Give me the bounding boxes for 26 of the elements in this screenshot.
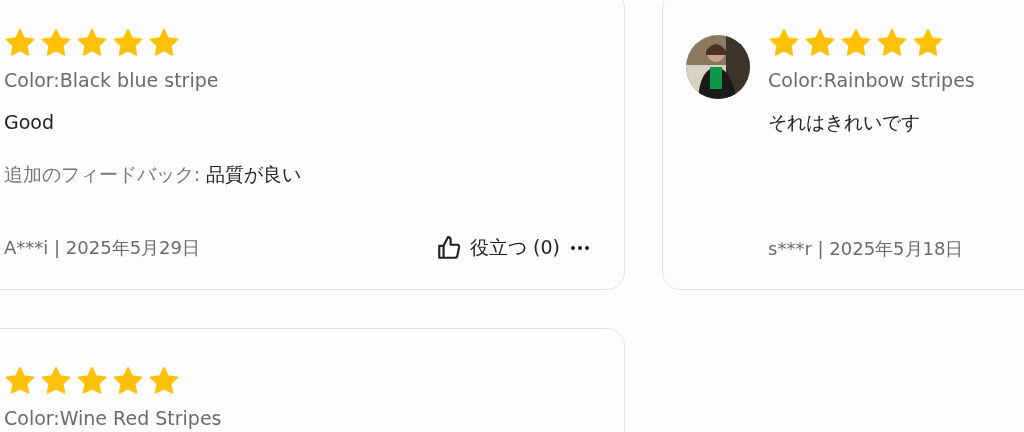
color-option: Color:Black blue stripe (4, 67, 600, 93)
star-icon (840, 28, 872, 58)
helpful-button[interactable]: 役立つ (0) (436, 235, 560, 261)
review-text: Good (4, 110, 56, 135)
author-date: s***r | 2025年5月18日 (768, 237, 964, 261)
star-icon (40, 366, 72, 396)
star-icon (112, 28, 144, 58)
color-option: Color:Wine Red Stripes (4, 405, 600, 431)
author-date: A***i | 2025年5月29日 (4, 236, 200, 260)
star-icon (876, 28, 908, 58)
star-icon (148, 366, 180, 396)
star-icon (804, 28, 836, 58)
star-icon (912, 28, 944, 58)
star-icon (4, 366, 36, 396)
star-icon (112, 366, 144, 396)
star-icon (148, 28, 180, 58)
thumbs-up-icon (436, 235, 463, 261)
star-icon (76, 28, 108, 58)
color-option: Color:Rainbow stripes (768, 67, 1019, 93)
star-icon (76, 366, 108, 396)
review-text: それはきれいです (768, 110, 921, 135)
star-icon (768, 28, 800, 58)
star-icon (40, 28, 72, 58)
star-icon (4, 28, 36, 58)
feedback-text: 追加のフィードバック: 品質が良い (4, 162, 303, 187)
more-icon[interactable] (570, 245, 590, 251)
